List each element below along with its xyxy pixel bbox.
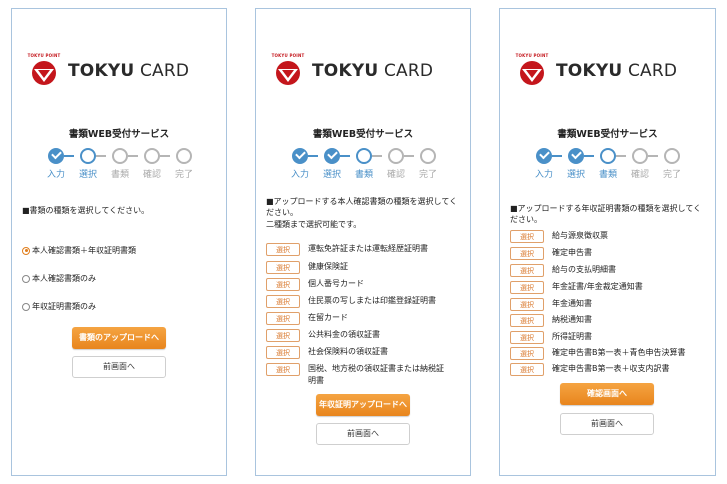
list-item: 選択 社会保険料の領収証書 [266, 346, 458, 359]
step-documents: 書類 [348, 148, 380, 180]
list-item: 選択 年金証書/年金裁定通知書 [510, 281, 702, 294]
step-confirm: 確認 [380, 148, 412, 180]
list-item: 選択 所得証明書 [510, 331, 702, 344]
select-button[interactable]: 選択 [266, 278, 300, 291]
step-done-icon [568, 148, 584, 164]
list-item: 選択 給与源泉徴収票 [510, 230, 702, 243]
upload-documents-button[interactable]: 書類のアップロードへ [72, 327, 166, 349]
back-button[interactable]: 前画面へ [72, 356, 166, 378]
step-complete: 完了 [412, 148, 444, 180]
step-done-icon [292, 148, 308, 164]
brand-name: TOKYU CARD [556, 61, 678, 81]
step-todo-icon [664, 148, 680, 164]
instruction-text: ■アップロードする年収証明書類の種類を選択してください。 [510, 204, 702, 224]
step-indicator: 入力 選択 書類 確認 完了 [40, 148, 200, 188]
step-todo-icon [144, 148, 160, 164]
radio-option-identity-only[interactable]: 本人確認書類のみ [22, 273, 96, 284]
step-current-icon [80, 148, 96, 164]
select-button[interactable]: 選択 [510, 363, 544, 376]
step-indicator: 入力 選択 書類 確認 完了 [528, 148, 688, 188]
step-select: 選択 [560, 148, 592, 180]
step-select: 選択 [72, 148, 104, 180]
selection-note: 二種類まで選択可能です。 [266, 220, 362, 229]
list-item: 選択 個人番号カード [266, 278, 458, 291]
select-button[interactable]: 選択 [510, 230, 544, 243]
radio-checked-icon[interactable] [22, 246, 30, 255]
list-item: 選択 確定申告書B第一表＋収支内訳書 [510, 363, 702, 376]
select-button[interactable]: 選択 [510, 298, 544, 311]
back-button[interactable]: 前画面へ [560, 413, 654, 435]
step-confirm: 確認 [136, 148, 168, 180]
step-complete: 完了 [656, 148, 688, 180]
select-button[interactable]: 選択 [510, 264, 544, 277]
list-item: 選択 給与の支払明細書 [510, 264, 702, 277]
select-button[interactable]: 選択 [266, 363, 300, 376]
list-item: 選択 健康保険証 [266, 261, 458, 274]
tokyu-point-mark: TOKYU POINT [515, 53, 549, 58]
radio-option-income-only[interactable]: 年収証明書類のみ [22, 301, 96, 312]
list-item: 選択 国税、地方税の領収証書または納税証明書 [266, 363, 448, 387]
income-upload-button[interactable]: 年収証明アップロードへ [316, 394, 410, 416]
select-button[interactable]: 選択 [266, 329, 300, 342]
brand-name: TOKYU CARD [312, 61, 434, 81]
step-documents: 書類 [104, 148, 136, 180]
select-button[interactable]: 選択 [266, 346, 300, 359]
tokyu-logo-icon [32, 61, 56, 85]
tokyu-point-mark: TOKYU POINT [27, 53, 61, 58]
back-button[interactable]: 前画面へ [316, 423, 410, 445]
panel-income-documents: TOKYU POINT TOKYU CARD 書類WEB受付サービス 入力 選択… [499, 8, 716, 476]
step-select: 選択 [316, 148, 348, 180]
select-button[interactable]: 選択 [266, 312, 300, 325]
select-button[interactable]: 選択 [510, 331, 544, 344]
step-done-icon [324, 148, 340, 164]
list-item: 選択 運転免許証または運転経歴証明書 [266, 243, 458, 256]
step-complete: 完了 [168, 148, 200, 180]
confirm-screen-button[interactable]: 確認画面へ [560, 383, 654, 405]
tokyu-logo-icon [520, 61, 544, 85]
list-item: 選択 確定申告書 [510, 247, 702, 260]
brand-name: TOKYU CARD [68, 61, 190, 81]
step-todo-icon [176, 148, 192, 164]
service-title: 書類WEB受付サービス [557, 129, 658, 140]
radio-option-both[interactable]: 本人確認書類＋年収証明書類 [22, 245, 136, 256]
step-confirm: 確認 [624, 148, 656, 180]
panel-identity-documents: TOKYU POINT TOKYU CARD 書類WEB受付サービス 入力 選択… [255, 8, 471, 476]
select-button[interactable]: 選択 [510, 314, 544, 327]
list-item: 選択 納税通知書 [510, 314, 702, 327]
step-todo-icon [388, 148, 404, 164]
step-documents: 書類 [592, 148, 624, 180]
service-title: 書類WEB受付サービス [312, 129, 414, 140]
step-indicator: 入力 選択 書類 確認 完了 [284, 148, 444, 188]
list-item: 選択 住民票の写しまたは印鑑登録証明書 [266, 295, 458, 308]
instruction-text: ■アップロードする本人確認書類の種類を選択してください。 [266, 197, 458, 217]
radio-icon[interactable] [22, 274, 30, 283]
list-item: 選択 年金通知書 [510, 298, 702, 311]
step-todo-icon [420, 148, 436, 164]
select-button[interactable]: 選択 [510, 347, 544, 360]
step-input: 入力 [40, 148, 72, 180]
list-item: 選択 公共料金の領収証書 [266, 329, 458, 342]
step-done-icon [536, 148, 552, 164]
select-button[interactable]: 選択 [266, 261, 300, 274]
select-button[interactable]: 選択 [266, 295, 300, 308]
panel-document-type: TOKYU POINT TOKYU CARD 書類WEB受付サービス 入力 選択… [11, 8, 227, 476]
step-current-icon [356, 148, 372, 164]
step-current-icon [600, 148, 616, 164]
select-button[interactable]: 選択 [266, 243, 300, 256]
list-item: 選択 確定申告書B第一表＋青色申告決算書 [510, 347, 702, 360]
step-done-icon [48, 148, 64, 164]
step-todo-icon [632, 148, 648, 164]
step-input: 入力 [284, 148, 316, 180]
select-button[interactable]: 選択 [510, 247, 544, 260]
list-item: 選択 在留カード [266, 312, 458, 325]
tokyu-point-mark: TOKYU POINT [271, 53, 305, 58]
radio-icon[interactable] [22, 302, 30, 311]
instruction-text: ■書類の種類を選択してください。 [22, 206, 150, 215]
step-todo-icon [112, 148, 128, 164]
tokyu-logo-icon [276, 61, 300, 85]
select-button[interactable]: 選択 [510, 281, 544, 294]
service-title: 書類WEB受付サービス [68, 129, 170, 140]
step-input: 入力 [528, 148, 560, 180]
